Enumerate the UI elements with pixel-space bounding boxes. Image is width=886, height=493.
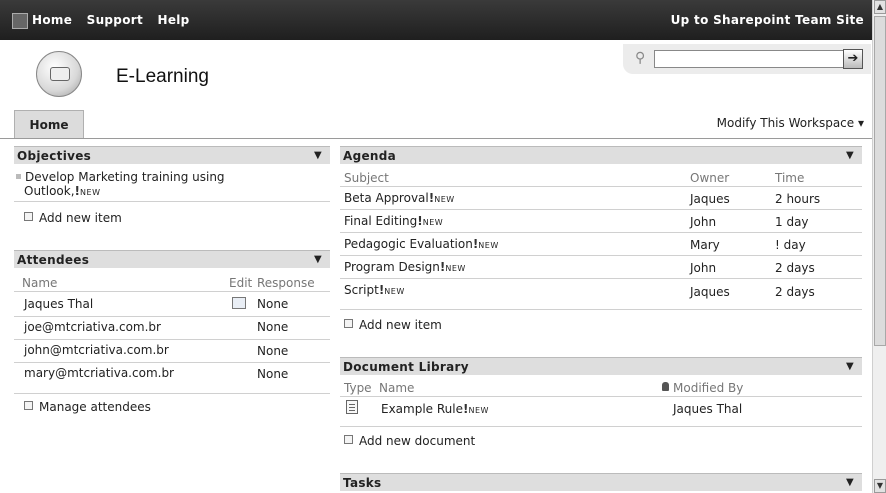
up-to-team-site-link[interactable]: Up to Sharepoint Team Site <box>671 13 864 27</box>
top-nav-links: Home Support Help <box>32 13 200 27</box>
doclib-modified-by: Jaques Thal <box>673 402 743 416</box>
add-icon <box>344 319 353 328</box>
agenda-owner: Jaques <box>690 192 730 206</box>
agenda-add-label: Add new item <box>359 318 442 332</box>
objective-line2: Outlook, <box>24 184 75 198</box>
attendees-col-response[interactable]: Response <box>257 276 315 290</box>
scroll-down-arrow-icon[interactable]: ▼ <box>874 479 886 493</box>
modify-workspace-menu[interactable]: Modify This Workspace ▾ <box>717 116 864 130</box>
attendee-response: None <box>257 297 289 311</box>
doclib-add-label: Add new document <box>359 434 476 448</box>
manage-attendees-link[interactable]: Manage attendees <box>24 400 151 414</box>
doclib-col-name[interactable]: Name <box>379 381 414 395</box>
doclib-menu-arrow-icon[interactable]: ▼ <box>846 358 854 376</box>
objectives-title: Objectives <box>17 149 92 163</box>
tab-home[interactable]: Home <box>14 110 84 138</box>
tasks-title: Tasks <box>343 476 382 490</box>
doclib-add-new-document[interactable]: Add new document <box>344 434 475 448</box>
attendee-response: None <box>257 367 289 381</box>
objective-item[interactable]: Develop Marketing training using <box>16 170 225 184</box>
attendees-header: Attendees ▼ <box>14 250 330 268</box>
agenda-owner: Mary <box>690 238 720 252</box>
agenda-subject[interactable]: Final Editing!NEW <box>344 214 443 228</box>
new-badge: NEW <box>80 188 101 197</box>
search-go-button[interactable]: ➔ <box>843 49 863 69</box>
scroll-up-arrow-icon[interactable]: ▲ <box>874 0 886 14</box>
attendees-col-edit[interactable]: Edit <box>229 276 252 290</box>
objectives-add-new-item[interactable]: Add new item <box>24 211 122 225</box>
attendee-name[interactable]: mary@mtcriativa.com.br <box>24 366 174 380</box>
search-input[interactable] <box>654 50 856 68</box>
document-icon[interactable] <box>346 400 358 414</box>
agenda-col-owner[interactable]: Owner <box>690 171 729 185</box>
agenda-owner: John <box>690 261 717 275</box>
objectives-header: Objectives ▼ <box>14 146 330 164</box>
doclib-doc-name[interactable]: Example Rule!NEW <box>381 402 489 416</box>
agenda-time: 2 days <box>775 261 815 275</box>
nav-support-link[interactable]: Support <box>87 13 143 27</box>
tasks-header: Tasks ▼ <box>340 473 862 491</box>
search-icon: ⚲ <box>635 50 646 66</box>
sharepoint-logo-icon <box>12 13 28 29</box>
add-icon <box>24 212 33 221</box>
add-icon <box>344 435 353 444</box>
window-scrollbar[interactable]: ▲ ▼ <box>872 0 886 493</box>
tasks-menu-arrow-icon[interactable]: ▼ <box>846 474 854 492</box>
objectives-add-label: Add new item <box>39 211 122 225</box>
attendees-menu-arrow-icon[interactable]: ▼ <box>314 251 322 269</box>
agenda-col-time[interactable]: Time <box>775 171 804 185</box>
bullet-icon <box>16 174 21 179</box>
attendee-name[interactable]: joe@mtcriativa.com.br <box>24 320 161 334</box>
attendee-response: None <box>257 344 289 358</box>
site-logo-icon <box>36 51 82 97</box>
objective-item-cont[interactable]: Outlook,!NEW <box>24 184 100 198</box>
nav-help-link[interactable]: Help <box>157 13 189 27</box>
attendee-response: None <box>257 320 289 334</box>
agenda-add-new-item[interactable]: Add new item <box>344 318 442 332</box>
top-nav-bar: Home Support Help Up to Sharepoint Team … <box>0 0 872 40</box>
agenda-header: Agenda ▼ <box>340 146 862 164</box>
agenda-subject[interactable]: Program Design!NEW <box>344 260 466 274</box>
agenda-owner: Jaques <box>690 285 730 299</box>
tab-bar: Home Modify This Workspace ▾ <box>0 110 872 139</box>
doclib-col-type[interactable]: Type <box>344 381 372 395</box>
doclib-title: Document Library <box>343 360 469 374</box>
objective-line1: Develop Marketing training using <box>25 170 225 184</box>
agenda-col-subject[interactable]: Subject <box>344 171 389 185</box>
nav-home-link[interactable]: Home <box>32 13 72 27</box>
scrollbar-thumb[interactable] <box>874 16 886 346</box>
agenda-owner: John <box>690 215 717 229</box>
attendees-title: Attendees <box>17 253 90 267</box>
doclib-col-modified-by[interactable]: Modified By <box>673 381 743 395</box>
doclib-header: Document Library ▼ <box>340 357 862 375</box>
attendee-name[interactable]: Jaques Thal <box>24 297 93 311</box>
agenda-subject[interactable]: Script!NEW <box>344 283 405 297</box>
manage-icon <box>24 401 33 410</box>
agenda-menu-arrow-icon[interactable]: ▼ <box>846 147 854 165</box>
objectives-menu-arrow-icon[interactable]: ▼ <box>314 147 322 165</box>
person-icon <box>662 382 669 391</box>
agenda-time: 2 hours <box>775 192 821 206</box>
edit-attendee-icon[interactable] <box>232 297 246 309</box>
search-area: ⚲ ➔ <box>623 44 871 74</box>
attendee-name[interactable]: john@mtcriativa.com.br <box>24 343 169 357</box>
site-title: E-Learning <box>116 66 209 87</box>
agenda-subject[interactable]: Pedagogic Evaluation!NEW <box>344 237 499 251</box>
agenda-title: Agenda <box>343 149 397 163</box>
agenda-time: 1 day <box>775 215 809 229</box>
agenda-time: 2 days <box>775 285 815 299</box>
agenda-time: ! day <box>775 238 806 252</box>
agenda-subject[interactable]: Beta Approval!NEW <box>344 191 455 205</box>
manage-attendees-label: Manage attendees <box>39 400 151 414</box>
attendees-col-name[interactable]: Name <box>22 276 57 290</box>
